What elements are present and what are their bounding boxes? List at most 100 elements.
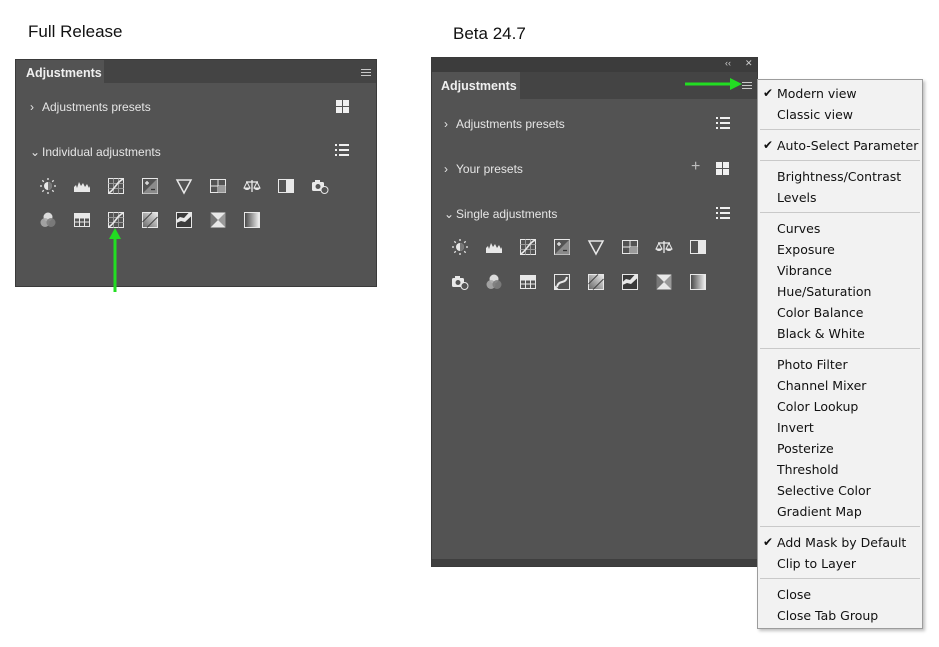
- add-preset-icon[interactable]: +: [691, 158, 700, 176]
- grid-view-icon[interactable]: [336, 100, 349, 113]
- menu-item-classic-view[interactable]: Classic view: [758, 104, 922, 125]
- invert-icon[interactable]: [553, 273, 571, 291]
- section-label: Individual adjustments: [42, 145, 161, 159]
- menu-item-exposure[interactable]: Exposure: [758, 239, 922, 260]
- color-lookup-icon[interactable]: [519, 273, 537, 291]
- chevron-right-icon: ›: [30, 100, 34, 114]
- menu-item-label: Posterize: [777, 441, 834, 456]
- color-balance-icon[interactable]: [243, 177, 261, 195]
- menu-item-gradient-map[interactable]: Gradient Map: [758, 501, 922, 522]
- posterize-icon[interactable]: [141, 211, 159, 229]
- list-view-icon[interactable]: [716, 117, 730, 130]
- brightness-contrast-icon[interactable]: [39, 177, 57, 195]
- menu-item-label: Levels: [777, 190, 817, 205]
- menu-item-close-tab-group[interactable]: Close Tab Group: [758, 605, 922, 626]
- menu-item-levels[interactable]: Levels: [758, 187, 922, 208]
- menu-item-label: Close: [777, 587, 812, 602]
- close-panel-icon[interactable]: ✕: [745, 58, 753, 69]
- menu-separator: [760, 160, 920, 161]
- menu-item-clip-to-layer[interactable]: Clip to Layer: [758, 553, 922, 574]
- section-your-presets[interactable]: › Your presets: [444, 160, 523, 178]
- menu-item-label: Invert: [777, 420, 814, 435]
- menu-item-add-mask-by-default[interactable]: ✔ Add Mask by Default: [758, 532, 922, 553]
- menu-item-label: Hue/Saturation: [777, 284, 872, 299]
- exposure-icon[interactable]: [553, 238, 571, 256]
- channel-mixer-icon[interactable]: [39, 211, 57, 229]
- list-view-icon[interactable]: [716, 207, 730, 220]
- section-single-adjustments[interactable]: ⌄ Single adjustments: [444, 205, 557, 223]
- selective-color-icon[interactable]: [209, 211, 227, 229]
- menu-item-auto-select-parameter[interactable]: ✔ Auto-Select Parameter: [758, 135, 922, 156]
- green-right-arrow: [685, 78, 742, 90]
- checkmark-icon: ✔: [763, 138, 774, 152]
- menu-separator: [760, 348, 920, 349]
- section-adjustments-presets[interactable]: › Adjustments presets: [30, 98, 151, 116]
- vibrance-icon[interactable]: [587, 238, 605, 256]
- menu-item-label: Modern view: [777, 86, 857, 101]
- tab-adjustments[interactable]: Adjustments: [432, 72, 520, 99]
- menu-item-channel-mixer[interactable]: Channel Mixer: [758, 375, 922, 396]
- list-view-icon[interactable]: [335, 144, 349, 157]
- menu-separator: [760, 212, 920, 213]
- color-lookup-icon[interactable]: [73, 211, 91, 229]
- menu-item-color-balance[interactable]: Color Balance: [758, 302, 922, 323]
- menu-item-modern-view[interactable]: ✔ Modern view: [758, 83, 922, 104]
- chevron-down-icon: ⌄: [444, 207, 455, 221]
- threshold-icon[interactable]: [621, 273, 639, 291]
- menu-item-label: Threshold: [777, 462, 839, 477]
- menu-item-color-lookup[interactable]: Color Lookup: [758, 396, 922, 417]
- color-balance-icon[interactable]: [655, 238, 673, 256]
- panel-header-strip: ‹‹ ✕: [432, 58, 757, 72]
- selective-color-icon[interactable]: [655, 273, 673, 291]
- full-release-caption: Full Release: [28, 22, 123, 41]
- menu-item-brightness-contrast[interactable]: Brightness/Contrast: [758, 166, 922, 187]
- exposure-icon[interactable]: [141, 177, 159, 195]
- threshold-icon[interactable]: [175, 211, 193, 229]
- beta-caption: Beta 24.7: [453, 24, 526, 43]
- curves-icon[interactable]: [107, 177, 125, 195]
- collapse-panel-icon[interactable]: ‹‹: [725, 58, 731, 68]
- photo-filter-icon[interactable]: [311, 177, 329, 195]
- chevron-down-icon: ⌄: [30, 145, 41, 159]
- green-up-arrow: [109, 228, 121, 292]
- menu-item-label: Selective Color: [777, 483, 871, 498]
- gradient-map-icon[interactable]: [689, 273, 707, 291]
- black-white-icon[interactable]: [277, 177, 295, 195]
- gradient-map-icon[interactable]: [243, 211, 261, 229]
- menu-item-black-white[interactable]: Black & White: [758, 323, 922, 344]
- section-label: Your presets: [456, 162, 523, 176]
- brightness-contrast-icon[interactable]: [451, 238, 469, 256]
- menu-separator: [760, 578, 920, 579]
- menu-item-selective-color[interactable]: Selective Color: [758, 480, 922, 501]
- adjustments-panel-full-release: Adjustments › Adjustments presets ⌄ Indivi…: [15, 59, 377, 287]
- tab-adjustments[interactable]: Adjustments: [16, 60, 104, 83]
- grid-view-icon[interactable]: [716, 162, 729, 175]
- menu-item-label: Color Balance: [777, 305, 864, 320]
- levels-icon[interactable]: [485, 238, 503, 256]
- adjustments-panel-beta: ‹‹ ✕ Adjustments › Adjustments presets › Y…: [431, 57, 758, 567]
- menu-item-curves[interactable]: Curves: [758, 218, 922, 239]
- curves-icon[interactable]: [519, 238, 537, 256]
- menu-item-hue-saturation[interactable]: Hue/Saturation: [758, 281, 922, 302]
- hue-saturation-icon[interactable]: [621, 238, 639, 256]
- black-white-icon[interactable]: [689, 238, 707, 256]
- menu-item-threshold[interactable]: Threshold: [758, 459, 922, 480]
- curves-icon[interactable]: [107, 211, 125, 229]
- channel-mixer-icon[interactable]: [485, 273, 503, 291]
- panel-menu-icon[interactable]: [742, 82, 752, 89]
- menu-item-vibrance[interactable]: Vibrance: [758, 260, 922, 281]
- posterize-icon[interactable]: [587, 273, 605, 291]
- menu-item-close[interactable]: Close: [758, 584, 922, 605]
- section-adjustments-presets[interactable]: › Adjustments presets: [444, 115, 565, 133]
- hue-saturation-icon[interactable]: [209, 177, 227, 195]
- menu-separator: [760, 526, 920, 527]
- photo-filter-icon[interactable]: [451, 273, 469, 291]
- chevron-right-icon: ›: [444, 117, 448, 131]
- levels-icon[interactable]: [73, 177, 91, 195]
- vibrance-icon[interactable]: [175, 177, 193, 195]
- panel-menu-icon[interactable]: [361, 69, 371, 76]
- menu-item-invert[interactable]: Invert: [758, 417, 922, 438]
- menu-item-photo-filter[interactable]: Photo Filter: [758, 354, 922, 375]
- section-individual-adjustments[interactable]: ⌄ Individual adjustments: [30, 143, 161, 161]
- menu-item-posterize[interactable]: Posterize: [758, 438, 922, 459]
